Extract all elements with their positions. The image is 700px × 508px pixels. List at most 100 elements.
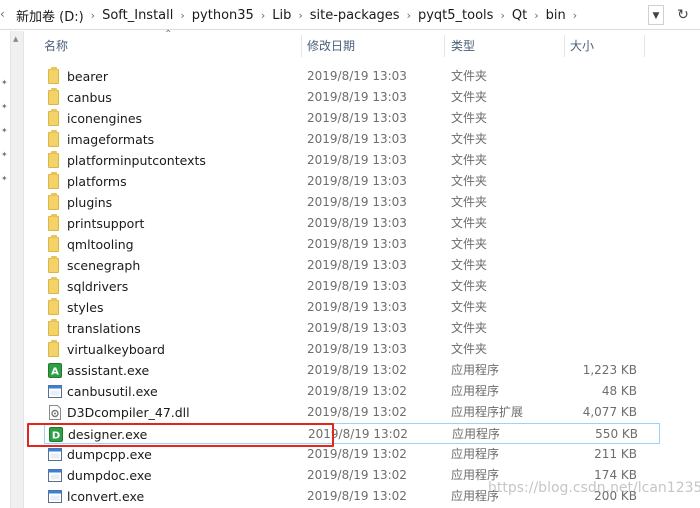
file-type: 应用程序 — [451, 384, 500, 398]
address-history-dropdown[interactable]: ▼ — [648, 5, 664, 25]
watermark: https://blog.csdn.net/lcan12358 — [488, 480, 700, 496]
folder-row[interactable]: sqldrivers 2019/8/19 13:03 文件夹 — [44, 276, 660, 297]
file-date: 2019/8/19 13:02 — [307, 468, 407, 482]
breadcrumb-item[interactable]: Lib — [272, 8, 291, 23]
file-name: platforminputcontexts — [67, 153, 206, 168]
breadcrumb-separator-icon[interactable]: › — [534, 9, 538, 22]
breadcrumb-separator-icon[interactable]: › — [500, 9, 504, 22]
file-date: 2019/8/19 13:03 — [307, 111, 407, 125]
file-size — [564, 297, 637, 318]
column-header-date[interactable]: 修改日期 — [299, 31, 443, 61]
file-date: 2019/8/19 13:03 — [307, 132, 407, 146]
folder-row[interactable]: bearer 2019/8/19 13:03 文件夹 — [44, 66, 660, 87]
file-size: 1,223 KB — [582, 363, 637, 377]
column-divider[interactable] — [644, 35, 645, 57]
breadcrumb-separator-icon[interactable]: › — [180, 9, 184, 22]
file-name: qmltooling — [67, 237, 134, 252]
breadcrumb-item[interactable]: Qt — [512, 8, 527, 23]
file-type: 文件夹 — [451, 90, 488, 104]
breadcrumb-separator-icon[interactable]: › — [298, 9, 302, 22]
file-type: 文件夹 — [451, 258, 488, 272]
file-name: printsupport — [67, 216, 145, 231]
file-name: translations — [67, 321, 141, 336]
file-date: 2019/8/19 13:03 — [307, 300, 407, 314]
file-size: 211 KB — [594, 447, 637, 461]
refresh-button[interactable]: ↻ — [672, 4, 694, 26]
folder-row[interactable]: virtualkeyboard 2019/8/19 13:03 文件夹 — [44, 339, 660, 360]
folder-icon — [48, 193, 59, 210]
column-header-size[interactable]: 大小 — [562, 31, 642, 61]
chevron-left-icon[interactable]: ‹ — [0, 7, 5, 21]
file-date: 2019/8/19 13:02 — [307, 489, 407, 503]
file-name: virtualkeyboard — [67, 342, 165, 357]
dll-gear-icon — [49, 405, 61, 420]
folder-row[interactable]: translations 2019/8/19 13:03 文件夹 — [44, 318, 660, 339]
folder-row[interactable]: canbus 2019/8/19 13:03 文件夹 — [44, 87, 660, 108]
file-row[interactable]: dumpcpp.exe 2019/8/19 13:02 应用程序 211 KB — [44, 444, 660, 465]
file-row[interactable]: D3Dcompiler_47.dll 2019/8/19 13:02 应用程序扩展 4… — [44, 402, 660, 423]
file-name: dumpcpp.exe — [67, 447, 152, 462]
file-date: 2019/8/19 13:03 — [307, 195, 407, 209]
breadcrumb-item[interactable]: python35 — [192, 8, 254, 23]
address-bar[interactable]: ‹ › 新加卷 (D:) › Soft_Install › python35 › Lib › si… — [0, 0, 700, 30]
file-size — [564, 234, 637, 255]
file-name: iconengines — [67, 111, 143, 126]
folder-icon — [48, 277, 59, 294]
file-date: 2019/8/19 13:03 — [307, 153, 407, 167]
folder-icon — [48, 340, 59, 357]
file-row[interactable]: canbusutil.exe 2019/8/19 13:02 应用程序 48 KB — [44, 381, 660, 402]
pin-icon[interactable]: ✦ — [1, 151, 9, 159]
folder-row[interactable]: printsupport 2019/8/19 13:03 文件夹 — [44, 213, 660, 234]
file-name: lconvert.exe — [67, 489, 145, 504]
scroll-up-icon[interactable]: ▲ — [13, 35, 18, 43]
file-type: 文件夹 — [451, 300, 488, 314]
file-type: 文件夹 — [451, 111, 488, 125]
pin-icon[interactable]: ✦ — [1, 175, 9, 183]
file-name: bearer — [67, 69, 108, 84]
folder-row[interactable]: platforminputcontexts 2019/8/19 13:03 文件夹 — [44, 150, 660, 171]
folder-row[interactable]: imageformats 2019/8/19 13:03 文件夹 — [44, 129, 660, 150]
navigation-pane-edge: ✦ ✦ ✦ ✦ ✦ — [0, 31, 10, 508]
breadcrumb-item[interactable]: pyqt5_tools — [418, 8, 493, 23]
file-name: sqldrivers — [67, 279, 129, 294]
folder-row[interactable]: styles 2019/8/19 13:03 文件夹 — [44, 297, 660, 318]
folder-row[interactable]: iconengines 2019/8/19 13:03 文件夹 — [44, 108, 660, 129]
file-row[interactable]: Aassistant.exe 2019/8/19 13:02 应用程序 1,223 K… — [44, 360, 660, 381]
file-type: 应用程序 — [452, 427, 501, 441]
file-date: 2019/8/19 13:02 — [307, 405, 407, 419]
file-date: 2019/8/19 13:02 — [307, 363, 407, 377]
breadcrumb-separator-icon[interactable]: › — [407, 9, 411, 22]
breadcrumb-separator-icon[interactable]: › — [261, 9, 265, 22]
file-name: styles — [67, 300, 104, 315]
pin-icon[interactable]: ✦ — [1, 103, 9, 111]
breadcrumb-separator-icon[interactable]: › — [91, 9, 95, 22]
column-header-name[interactable]: 名称 — [36, 31, 301, 61]
breadcrumb-item[interactable]: Soft_Install — [102, 8, 173, 23]
file-size — [564, 108, 637, 129]
file-type: 应用程序扩展 — [451, 405, 524, 419]
breadcrumb-item[interactable]: site-packages — [310, 8, 400, 23]
breadcrumb-item[interactable]: 新加卷 (D:) — [16, 6, 84, 25]
pin-icon[interactable]: ✦ — [1, 127, 9, 135]
file-type: 文件夹 — [451, 174, 488, 188]
pin-icon[interactable]: ✦ — [1, 79, 9, 87]
refresh-icon: ↻ — [677, 7, 689, 23]
file-type: 文件夹 — [451, 237, 488, 251]
breadcrumb-separator-icon[interactable]: › — [573, 9, 577, 22]
file-name: imageformats — [67, 132, 155, 147]
column-header-size-label: 大小 — [570, 39, 595, 53]
file-name: assistant.exe — [67, 363, 150, 378]
folder-icon — [48, 214, 59, 231]
folder-row[interactable]: plugins 2019/8/19 13:03 文件夹 — [44, 192, 660, 213]
column-header-type[interactable]: 类型 — [443, 31, 567, 61]
file-type: 文件夹 — [451, 279, 488, 293]
breadcrumb-item[interactable]: bin — [546, 8, 566, 23]
folder-row[interactable]: platforms 2019/8/19 13:03 文件夹 — [44, 171, 660, 192]
folder-row[interactable]: scenegraph 2019/8/19 13:03 文件夹 — [44, 255, 660, 276]
svg-text:A: A — [51, 367, 59, 378]
console-app-icon — [48, 490, 62, 503]
column-header: ⌃ 名称 修改日期 类型 大小 — [24, 30, 700, 61]
navigation-scrollbar[interactable]: ▲ — [10, 31, 24, 508]
file-size: 4,077 KB — [582, 405, 637, 419]
folder-row[interactable]: qmltooling 2019/8/19 13:03 文件夹 — [44, 234, 660, 255]
